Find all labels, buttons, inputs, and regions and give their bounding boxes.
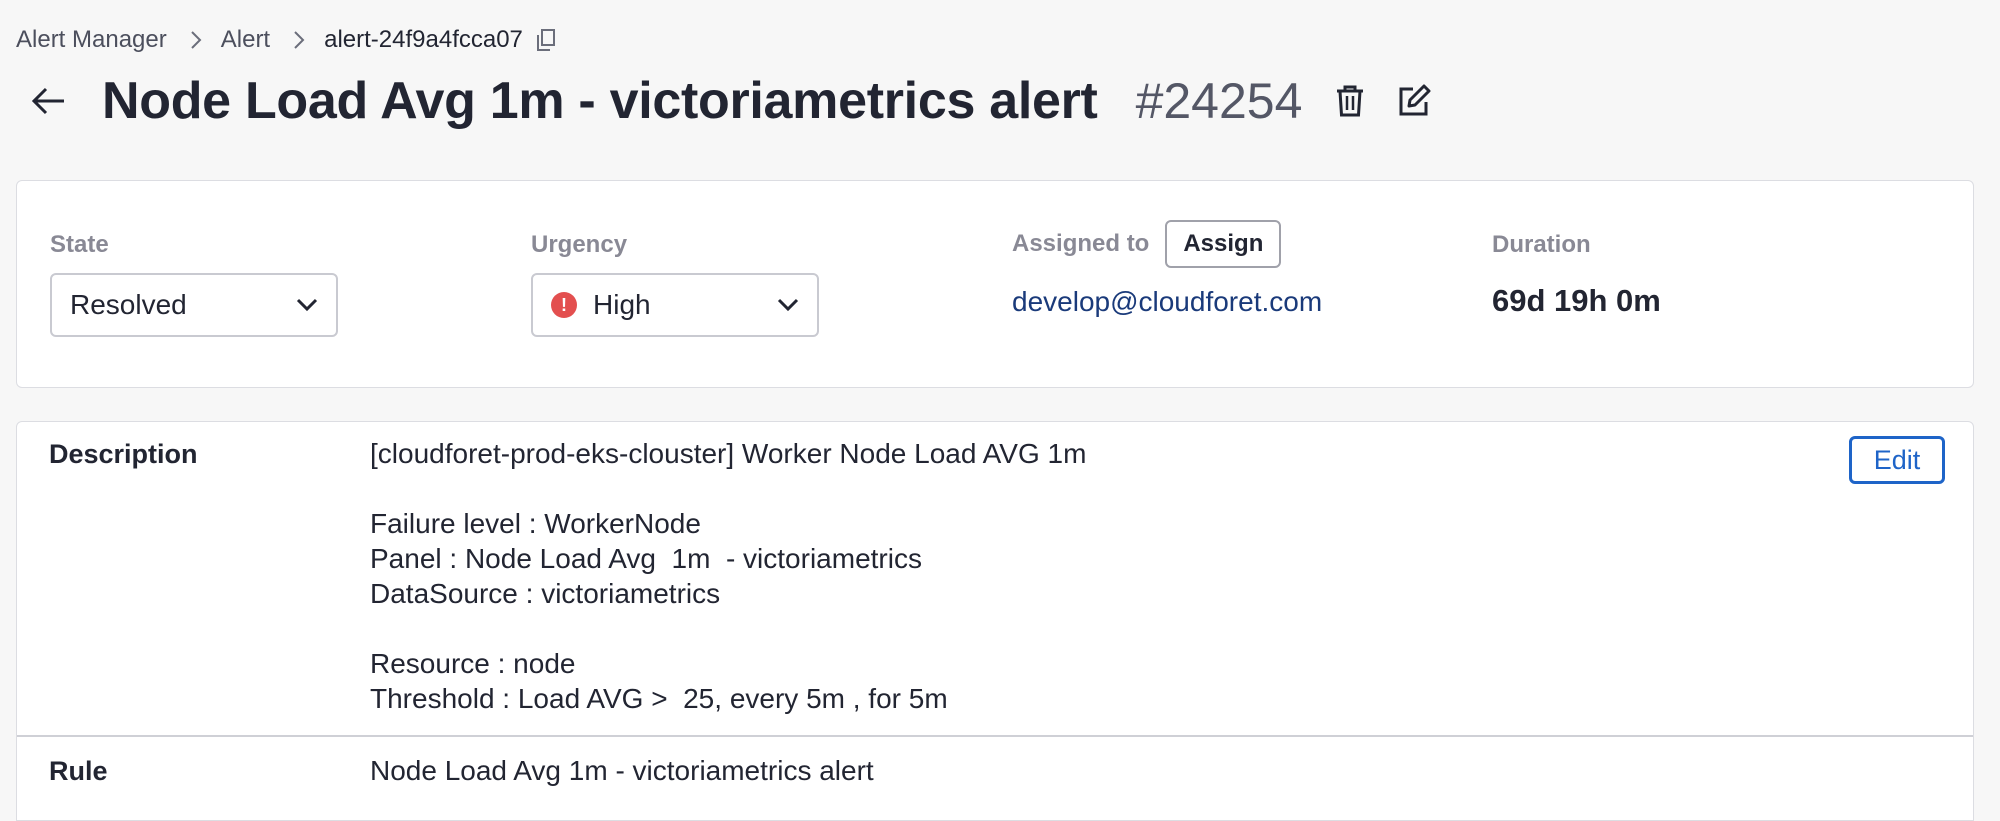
chevron-down-icon	[296, 298, 318, 312]
assigned-field: Assigned to Assign develop@cloudforet.co…	[1012, 220, 1323, 318]
row-divider	[17, 735, 1973, 737]
duration-value: 69d 19h 0m	[1492, 283, 1661, 318]
back-button[interactable]	[28, 81, 68, 121]
rule-label: Rule	[49, 756, 108, 786]
assigned-header: Assigned to Assign	[1012, 220, 1322, 268]
edit-icon	[1399, 84, 1431, 116]
title-row: Node Load Avg 1m - victoriametrics alert…	[28, 68, 1436, 134]
duration-field: Duration 69d 19h 0m	[1492, 231, 1661, 319]
state-label: State	[50, 231, 109, 258]
description-text: [cloudforet-prod-eks-clouster] Worker No…	[370, 438, 1087, 714]
state-field: State Resolved	[50, 231, 338, 337]
state-dropdown[interactable]: Resolved	[50, 273, 338, 337]
breadcrumb-alert[interactable]: Alert	[221, 26, 270, 54]
page-title: Node Load Avg 1m - victoriametrics alert	[102, 72, 1098, 130]
edit-description-button[interactable]: Edit	[1849, 436, 1945, 484]
state-value: Resolved	[70, 289, 187, 320]
urgency-dropdown[interactable]: ! High	[531, 273, 819, 337]
urgency-label: Urgency	[531, 231, 628, 258]
duration-label: Duration	[1492, 231, 1591, 258]
breadcrumb-current: alert-24f9a4fcca07	[324, 26, 523, 53]
urgency-field: Urgency ! High	[531, 231, 819, 337]
chevron-down-icon	[777, 298, 799, 312]
assignee-email: develop@cloudforet.com	[1012, 286, 1323, 317]
urgency-value: High	[593, 289, 651, 320]
chevron-right-icon	[189, 30, 203, 50]
alert-circle-icon: !	[551, 292, 577, 318]
trash-icon	[1337, 85, 1364, 117]
copy-icon[interactable]	[533, 27, 559, 53]
arrow-left-icon	[31, 87, 64, 115]
rule-value[interactable]: Node Load Avg 1m - victoriametrics alert	[370, 755, 874, 787]
edit-title-button[interactable]	[1392, 79, 1436, 123]
assign-button[interactable]: Assign	[1165, 220, 1282, 268]
alert-info-card: State Resolved Urgency ! High Assigned t…	[16, 180, 1974, 388]
alert-number: #24254	[1135, 73, 1303, 129]
breadcrumb-alert-manager[interactable]: Alert Manager	[16, 26, 167, 54]
breadcrumb: Alert Manager Alert alert-24f9a4fcca07	[16, 22, 559, 58]
delete-button[interactable]	[1328, 79, 1372, 123]
alert-detail-card: Description [cloudforet-prod-eks-clouste…	[16, 421, 1974, 821]
description-label: Description	[49, 439, 198, 469]
assigned-label: Assigned to	[1012, 230, 1150, 257]
chevron-right-icon	[292, 30, 306, 50]
